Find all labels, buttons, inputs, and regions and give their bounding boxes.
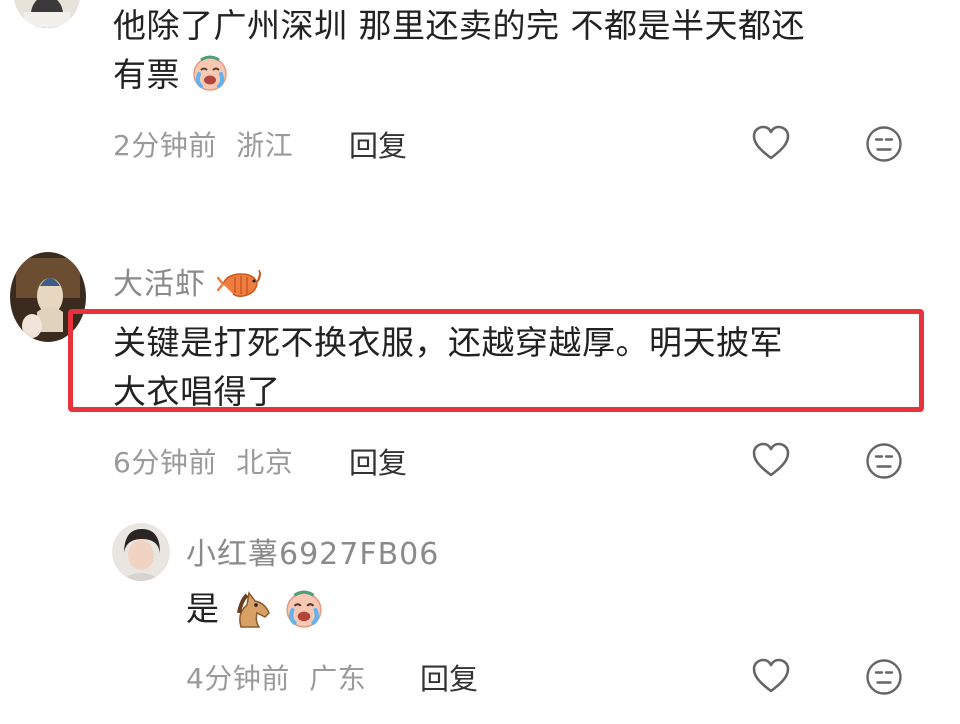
crying-laugh-emoji [191,54,229,105]
comment-text: 关键是打死不换衣服，还越穿越厚。明天披军 大衣唱得了 [113,323,783,411]
avatar[interactable] [112,523,170,581]
avatar[interactable] [14,0,80,28]
reply-text: 是 [186,584,324,642]
comment-location: 北京 [236,446,294,479]
neutral-face-icon[interactable] [865,125,903,163]
heart-outline-icon[interactable] [751,124,791,162]
reply-username[interactable]: 小红薯6927FB06 [186,529,439,573]
reply-meta: 4分钟前 广东 [186,657,366,697]
comment-username[interactable]: 大活虾 [113,259,261,310]
comment-meta: 2分钟前 浙江 [113,124,293,164]
heart-outline-icon[interactable] [751,441,791,479]
neutral-face-icon[interactable] [865,658,903,696]
comment-location: 浙江 [236,129,294,162]
shrimp-emoji [216,268,261,310]
heart-outline-icon[interactable] [751,657,791,695]
comment-time: 6分钟前 [113,446,217,479]
comment-meta: 6分钟前 北京 [113,441,293,481]
reply-button[interactable]: 回复 [349,123,407,165]
horse-emoji [231,587,273,642]
reply-button[interactable]: 回复 [349,440,407,482]
reply-time: 4分钟前 [186,662,290,695]
reply-button[interactable]: 回复 [420,656,478,698]
comment-text: 他除了广州深圳 那里还卖的完 不都是半天都还 有票 [113,1,933,105]
comment-time: 2分钟前 [113,129,217,162]
neutral-face-icon[interactable] [865,442,903,480]
crying-laugh-emoji [284,589,324,642]
reply-location: 广东 [309,662,367,695]
